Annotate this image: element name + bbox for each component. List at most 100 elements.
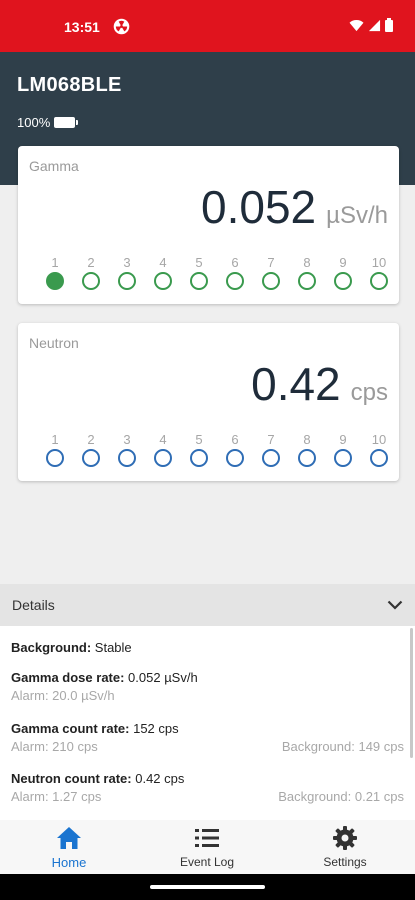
detail-label: Gamma count rate: — [11, 721, 130, 736]
level-number: 9 — [339, 255, 347, 270]
level-dot — [226, 272, 244, 290]
device-name: LM068BLE — [17, 74, 122, 96]
gamma-value: 0.052 — [201, 181, 317, 233]
level-number: 1 — [51, 432, 59, 447]
neutron-label: Neutron — [29, 335, 79, 351]
nav-event-log[interactable]: Event Log — [138, 820, 276, 874]
neutron-reading: 0.42 cps — [251, 357, 388, 411]
home-gesture-bar[interactable] — [150, 885, 265, 889]
level-dot — [334, 272, 352, 290]
nav-settings[interactable]: Settings — [276, 820, 414, 874]
level-dot — [262, 449, 280, 467]
level-dot — [82, 272, 100, 290]
level-dot — [226, 449, 244, 467]
detail-line: Neutron count rate: 0.42 cps — [11, 771, 404, 786]
level-number: 8 — [303, 255, 311, 270]
gamma-card[interactable]: Gamma 0.052 µSv/h 1 2 3 4 5 6 7 8 9 10 — [18, 146, 399, 304]
details-panel: Details Background: Stable Gamma dose ra… — [0, 584, 415, 820]
level-dot — [298, 449, 316, 467]
level-dot — [154, 272, 172, 290]
wifi-icon — [349, 19, 364, 31]
gamma-level: 1 — [37, 254, 73, 290]
level-dot — [118, 449, 136, 467]
gamma-level: 7 — [253, 254, 289, 290]
neutron-level: 10 — [361, 431, 397, 467]
nav-event-log-label: Event Log — [179, 855, 235, 869]
level-dot — [190, 449, 208, 467]
level-dot — [118, 272, 136, 290]
detail-label: Neutron count rate: — [11, 771, 132, 786]
neutron-level: 2 — [73, 431, 109, 467]
detail-line: Background: Stable — [11, 640, 132, 655]
level-number: 4 — [159, 255, 167, 270]
detail-alarm: Alarm: 20.0 µSv/h — [11, 688, 115, 703]
level-number: 10 — [371, 432, 387, 447]
level-number: 2 — [87, 255, 95, 270]
detail-gamma-dose: Gamma dose rate: 0.052 µSv/h Alarm: 20.0… — [0, 670, 415, 703]
bottom-nav: Home Event Log Settings — [0, 820, 415, 874]
gamma-level: 5 — [181, 254, 217, 290]
level-number: 2 — [87, 432, 95, 447]
level-dot — [334, 449, 352, 467]
level-dot — [370, 449, 388, 467]
level-number: 5 — [195, 432, 203, 447]
neutron-level: 6 — [217, 431, 253, 467]
level-number: 6 — [231, 432, 239, 447]
level-number: 10 — [371, 255, 387, 270]
level-dot — [298, 272, 316, 290]
level-number: 1 — [51, 255, 59, 270]
home-icon — [57, 827, 81, 849]
gamma-level: 3 — [109, 254, 145, 290]
status-bar: 13:51 — [0, 0, 415, 52]
gamma-level: 4 — [145, 254, 181, 290]
detail-sub: Alarm: 1.27 cps Background: 0.21 cps — [11, 789, 404, 804]
detail-line: Gamma count rate: 152 cps — [11, 721, 404, 736]
detail-value: 0.052 µSv/h — [124, 670, 198, 685]
nav-home[interactable]: Home — [0, 820, 138, 874]
neutron-level: 8 — [289, 431, 325, 467]
level-dot — [46, 449, 64, 467]
level-dot — [262, 272, 280, 290]
level-dot — [46, 272, 64, 290]
level-number: 4 — [159, 432, 167, 447]
detail-label: Gamma dose rate: — [11, 670, 125, 685]
level-dot — [370, 272, 388, 290]
level-number: 7 — [267, 255, 275, 270]
gamma-level-indicator: 1 2 3 4 5 6 7 8 9 10 — [37, 254, 397, 290]
nav-settings-label: Settings — [323, 855, 367, 869]
detail-alarm: Alarm: 1.27 cps — [11, 789, 102, 804]
neutron-level: 5 — [181, 431, 217, 467]
neutron-level: 9 — [325, 431, 361, 467]
details-title: Details — [12, 597, 55, 613]
nav-home-label: Home — [51, 855, 87, 870]
chevron-down-icon[interactable] — [387, 600, 403, 610]
level-number: 7 — [267, 432, 275, 447]
detail-background: Background: 0.21 cps — [278, 789, 404, 804]
gamma-reading: 0.052 µSv/h — [201, 180, 388, 234]
gamma-unit: µSv/h — [326, 202, 388, 229]
detail-value: 0.42 cps — [131, 771, 185, 786]
detail-alarm: Alarm: 210 cps — [11, 739, 98, 754]
detail-sub: Alarm: 20.0 µSv/h — [11, 688, 404, 703]
level-number: 9 — [339, 432, 347, 447]
device-battery-icon — [54, 117, 79, 128]
detail-background: Background: 149 cps — [281, 739, 404, 754]
battery-icon — [385, 18, 393, 32]
gamma-level: 9 — [325, 254, 361, 290]
neutron-level-indicator: 1 2 3 4 5 6 7 8 9 10 — [37, 431, 397, 467]
detail-gamma-count: Gamma count rate: 152 cps Alarm: 210 cps… — [0, 721, 415, 754]
detail-background: Background: Stable — [0, 640, 143, 655]
neutron-card[interactable]: Neutron 0.42 cps 1 2 3 4 5 6 7 8 9 10 — [18, 323, 399, 481]
detail-sub: Alarm: 210 cps Background: 149 cps — [11, 739, 404, 754]
level-number: 6 — [231, 255, 239, 270]
list-icon — [195, 829, 219, 847]
level-dot — [82, 449, 100, 467]
gear-icon — [333, 826, 357, 850]
gamma-level: 8 — [289, 254, 325, 290]
neutron-level: 7 — [253, 431, 289, 467]
detail-neutron-count: Neutron count rate: 0.42 cps Alarm: 1.27… — [0, 771, 415, 804]
radiation-icon — [113, 18, 130, 35]
details-header[interactable]: Details — [0, 584, 415, 626]
level-number: 3 — [123, 255, 131, 270]
neutron-value: 0.42 — [251, 358, 341, 410]
